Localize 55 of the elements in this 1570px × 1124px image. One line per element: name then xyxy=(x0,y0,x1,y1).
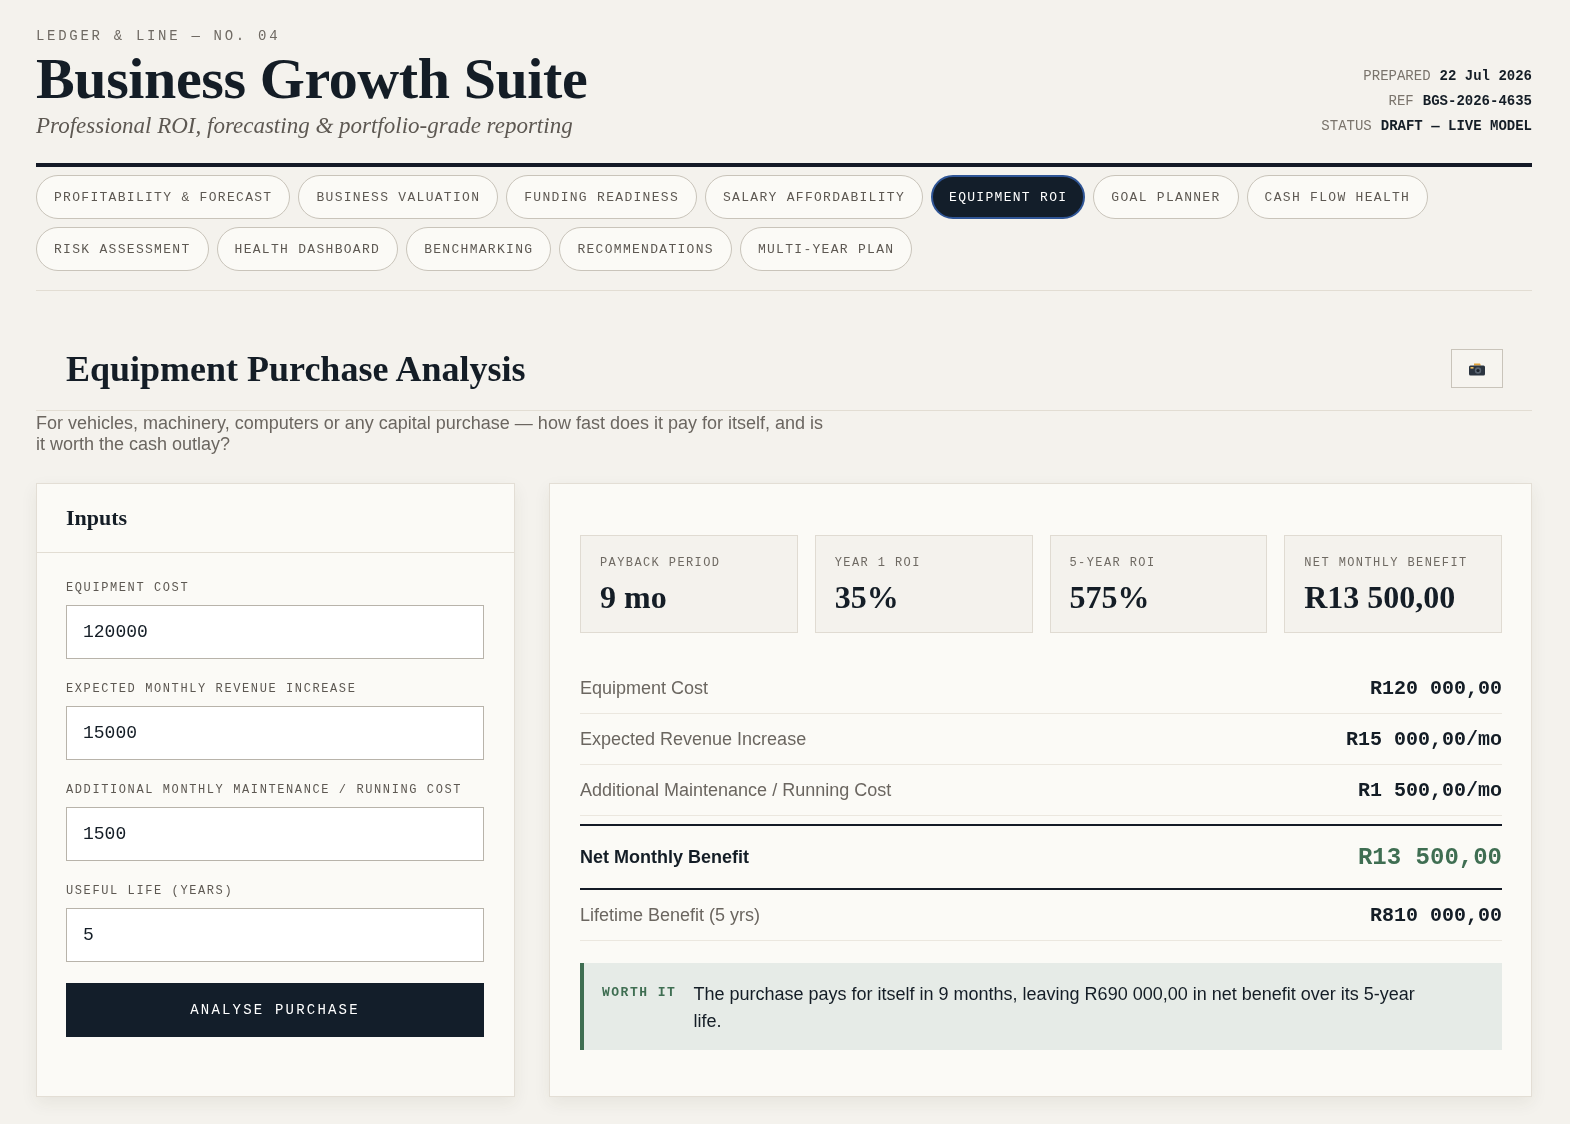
tab[interactable]: BUSINESS VALUATION xyxy=(298,175,499,219)
input-field[interactable]: 5 xyxy=(66,908,484,962)
meta-value: 22 Jul 2026 xyxy=(1439,68,1532,84)
app-title: Business Growth Suite xyxy=(36,48,588,110)
section-title: Equipment Purchase Analysis xyxy=(66,347,526,390)
app-subtitle: Professional ROI, forecasting & portfolio-grade reporting xyxy=(36,112,574,140)
panel-title: Inputs xyxy=(66,505,128,531)
meta-label: STATUS xyxy=(1321,118,1372,134)
tab[interactable]: GOAL PLANNER xyxy=(1093,175,1239,219)
analyse-button[interactable]: ANALYSE PURCHASE xyxy=(66,983,484,1037)
row-label: Lifetime Benefit (5 yrs) xyxy=(580,904,761,926)
field-label: ADDITIONAL MONTHLY MAINTENANCE / RUNNING COST xyxy=(66,782,464,798)
tab[interactable]: HEALTH DASHBOARD xyxy=(216,227,399,271)
camera-button[interactable] xyxy=(1451,349,1503,388)
row-label: Expected Revenue Increase xyxy=(580,728,807,750)
meta-value: BGS-2026-4635 xyxy=(1422,93,1532,109)
tab[interactable]: CASH FLOW HEALTH xyxy=(1246,175,1429,219)
kpi-label: 5-YEAR ROI xyxy=(1069,555,1157,571)
verdict-text: The purchase pays for itself in 9 months, leaving R690 000,00 in net benefit over its 5-year life. xyxy=(693,983,1416,1033)
kpi-value: 9 mo xyxy=(600,578,668,617)
tab[interactable]: MULTI-YEAR PLAN xyxy=(739,227,913,271)
kpi-label: NET MONTHLY BENEFIT xyxy=(1304,555,1469,571)
row-label: Additional Maintenance / Running Cost xyxy=(580,779,892,801)
kpi-label: PAYBACK PERIOD xyxy=(600,555,722,571)
kpi-value: 575% xyxy=(1069,578,1151,617)
kpi-label: YEAR 1 ROI xyxy=(834,555,922,571)
row-value: R15 000,00/mo xyxy=(1345,727,1502,751)
row-value: R120 000,00 xyxy=(1369,676,1502,700)
input-field[interactable]: 120000 xyxy=(66,605,484,659)
field-label: USEFUL LIFE (YEARS) xyxy=(66,883,235,899)
tab[interactable]: SALARY AFFORDABILITY xyxy=(705,175,924,219)
tab[interactable]: RECOMMENDATIONS xyxy=(559,227,732,271)
tab[interactable]: PROFITABILITY & FORECAST xyxy=(36,175,291,219)
verdict-tag: WORTH IT xyxy=(602,981,677,1005)
row-value: R810 000,00 xyxy=(1369,903,1502,927)
kpi-value: 35% xyxy=(834,578,900,617)
input-field[interactable]: 15000 xyxy=(66,706,484,760)
camera-icon xyxy=(1468,361,1486,376)
meta-label: PREPARED xyxy=(1363,68,1431,84)
row-value: R1 500,00/mo xyxy=(1357,778,1502,802)
row-label: Net Monthly Benefit xyxy=(580,846,749,868)
tab[interactable]: RISK ASSESSMENT xyxy=(36,227,209,271)
meta-label: REF xyxy=(1388,93,1414,109)
publication-label: LEDGER & LINE — NO. 04 xyxy=(36,27,282,46)
field-label: EQUIPMENT COST xyxy=(66,580,191,596)
tab[interactable]: FUNDING READINESS xyxy=(506,175,697,219)
row-value: R13 500,00 xyxy=(1357,843,1502,871)
input-field[interactable]: 1500 xyxy=(66,807,484,861)
tab[interactable]: BENCHMARKING xyxy=(406,227,552,271)
row-label: Equipment Cost xyxy=(580,677,709,699)
section-description: For vehicles, machinery, computers or any capital purchase — how fast does it pay for itself, and is it worth the cash outlay? xyxy=(36,413,825,455)
meta-value: DRAFT — LIVE MODEL xyxy=(1380,118,1532,134)
kpi-value: R13 500,00 xyxy=(1304,578,1457,617)
field-label: EXPECTED MONTHLY REVENUE INCREASE xyxy=(66,681,358,697)
tab[interactable]: EQUIPMENT ROI xyxy=(931,175,1086,219)
